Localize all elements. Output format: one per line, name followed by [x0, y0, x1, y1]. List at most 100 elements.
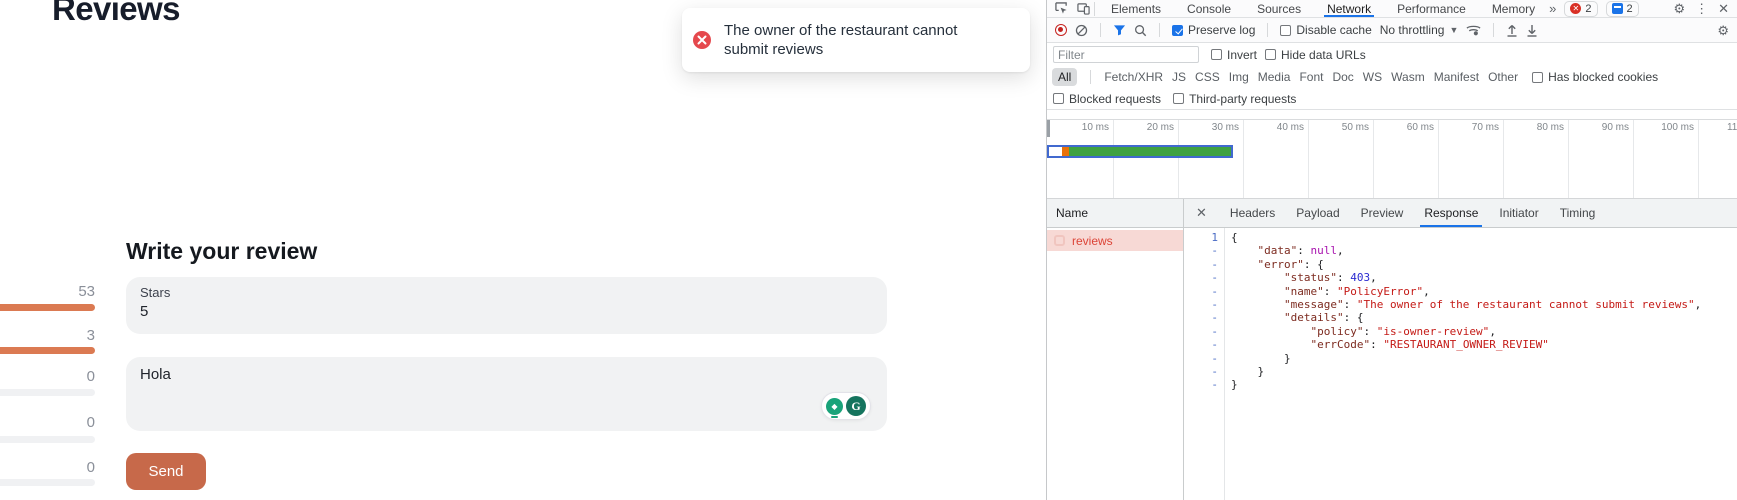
import-har-icon[interactable]	[1506, 24, 1518, 37]
device-toolbar-icon[interactable]	[1077, 2, 1090, 15]
record-network-log-button[interactable]	[1055, 24, 1067, 36]
third-party-requests-checkbox[interactable]: Third-party requests	[1173, 92, 1296, 106]
error-toast: The owner of the restaurant cannot submi…	[682, 8, 1030, 72]
error-icon	[693, 31, 711, 49]
inspect-element-icon[interactable]	[1055, 2, 1068, 15]
details-tab-headers[interactable]: Headers	[1230, 199, 1275, 227]
filter-row: Invert Hide data URLs	[1047, 43, 1737, 66]
stars-field[interactable]: Stars 5	[126, 277, 887, 334]
chip-fetch-xhr[interactable]: Fetch/XHR	[1104, 70, 1163, 84]
invert-label: Invert	[1227, 48, 1257, 62]
chip-list: All Fetch/XHR JS CSS Img Media Font Doc WS Wasm Ma…	[1052, 68, 1518, 86]
page-title: Reviews	[52, 0, 180, 28]
divider	[1100, 23, 1101, 37]
chip-img[interactable]: Img	[1229, 70, 1249, 84]
request-waterfall-bar[interactable]	[1047, 145, 1233, 158]
tick-label: 30 ms	[1171, 122, 1239, 133]
close-details-icon[interactable]: ✕	[1196, 205, 1207, 221]
chip-all[interactable]: All	[1052, 68, 1077, 86]
chip-other[interactable]: Other	[1488, 70, 1518, 84]
blocked-requests-checkbox[interactable]: Blocked requests	[1053, 92, 1161, 106]
issues-count-badge[interactable]: 2	[1606, 1, 1639, 17]
chip-font[interactable]: Font	[1299, 70, 1323, 84]
kebab-menu-icon[interactable]: ⋮	[1695, 2, 1708, 15]
grammarly-suggestion-icon[interactable]: ◆	[826, 398, 843, 415]
network-settings-gear-icon[interactable]: ⚙	[1717, 24, 1729, 37]
gutter-marker: -	[1185, 325, 1218, 338]
gutter-marker: -	[1185, 298, 1218, 311]
tab-performance[interactable]: Performance	[1397, 0, 1466, 17]
chip-doc[interactable]: Doc	[1332, 70, 1353, 84]
review-text: Hola	[140, 366, 873, 383]
checkbox-checked-icon	[1172, 25, 1183, 36]
details-tab-timing[interactable]: Timing	[1560, 199, 1596, 227]
chip-wasm[interactable]: Wasm	[1391, 70, 1425, 84]
chip-manifest[interactable]: Manifest	[1434, 70, 1479, 84]
chip-css[interactable]: CSS	[1195, 70, 1220, 84]
toast-message: The owner of the restaurant cannot submi…	[724, 21, 982, 59]
checkbox-icon	[1211, 49, 1222, 60]
chip-ws[interactable]: WS	[1363, 70, 1382, 84]
request-type-filters: All Fetch/XHR JS CSS Img Media Font Doc WS Wasm Ma…	[1047, 66, 1737, 88]
clear-network-log-icon[interactable]	[1075, 24, 1088, 37]
checkbox-icon	[1532, 72, 1543, 83]
export-har-icon[interactable]	[1526, 24, 1538, 37]
response-json-view[interactable]: { "data": null, "error": { "status": 403…	[1231, 228, 1737, 500]
settings-gear-icon[interactable]: ⚙	[1673, 2, 1685, 15]
code-line: "message": "The owner of the restaurant …	[1231, 298, 1737, 311]
tab-memory[interactable]: Memory	[1492, 0, 1535, 17]
details-tab-payload[interactable]: Payload	[1296, 199, 1339, 227]
divider	[1493, 23, 1494, 37]
tab-network[interactable]: Network	[1327, 0, 1371, 17]
search-icon[interactable]	[1134, 24, 1147, 37]
network-conditions-icon[interactable]	[1466, 24, 1481, 36]
disable-cache-label: Disable cache	[1296, 23, 1371, 37]
tab-elements[interactable]: Elements	[1111, 0, 1161, 17]
code-line: }	[1231, 365, 1737, 378]
checkbox-icon	[1280, 25, 1291, 36]
download-segment	[1069, 147, 1231, 156]
code-line: "policy": "is-owner-review",	[1231, 325, 1737, 338]
tick-label: 90 ms	[1561, 122, 1629, 133]
rating-count: 53	[40, 283, 95, 300]
preserve-log-label: Preserve log	[1188, 23, 1255, 37]
details-tab-initiator[interactable]: Initiator	[1499, 199, 1538, 227]
more-tabs-button[interactable]: »	[1549, 1, 1556, 16]
code-line: "details": {	[1231, 311, 1737, 324]
chip-media[interactable]: Media	[1258, 70, 1291, 84]
send-button[interactable]: Send	[126, 453, 206, 490]
gutter-marker: -	[1185, 311, 1218, 324]
gutter-marker: -	[1185, 271, 1218, 284]
chevron-down-icon: ▼	[1449, 25, 1458, 35]
filter-funnel-icon[interactable]	[1113, 24, 1126, 36]
grammarly-widget[interactable]: ◆ G	[821, 392, 871, 420]
chip-js[interactable]: JS	[1172, 70, 1186, 84]
code-gutter: 1-----------	[1185, 228, 1225, 500]
filter-input[interactable]	[1053, 46, 1199, 63]
disable-cache-checkbox[interactable]: Disable cache	[1280, 23, 1371, 37]
tab-console[interactable]: Console	[1187, 0, 1231, 17]
details-tab-preview[interactable]: Preview	[1361, 199, 1404, 227]
name-column-header[interactable]: Name	[1047, 199, 1184, 227]
tab-sources[interactable]: Sources	[1257, 0, 1301, 17]
third-party-requests-label: Third-party requests	[1189, 92, 1296, 106]
rating-bar	[0, 479, 95, 486]
tick-label: 20 ms	[1106, 122, 1174, 133]
network-toolbar: Preserve log Disable cache No throttling…	[1047, 18, 1737, 43]
network-overview-timeline[interactable]: 10 ms20 ms30 ms40 ms50 ms60 ms70 ms80 ms…	[1047, 110, 1737, 199]
detail-tabs-bar: ✕ Headers Payload Preview Response Initiator…	[1196, 199, 1595, 227]
close-devtools-icon[interactable]: ✕	[1718, 2, 1729, 15]
details-tab-response[interactable]: Response	[1424, 199, 1478, 227]
review-textarea[interactable]: Hola ◆ G	[126, 357, 887, 431]
grammarly-icon[interactable]: G	[846, 396, 866, 416]
request-flags-row: Blocked requests Third-party requests	[1047, 88, 1737, 110]
throttling-select[interactable]: No throttling ▼	[1380, 23, 1459, 37]
request-row-reviews[interactable]: reviews	[1047, 230, 1183, 251]
hide-data-urls-checkbox[interactable]: Hide data URLs	[1265, 48, 1366, 62]
preserve-log-checkbox[interactable]: Preserve log	[1172, 23, 1255, 37]
code-line: "name": "PolicyError",	[1231, 285, 1737, 298]
invert-checkbox[interactable]: Invert	[1211, 48, 1257, 62]
has-blocked-cookies-checkbox[interactable]: Has blocked cookies	[1532, 70, 1658, 84]
code-line: "error": {	[1231, 258, 1737, 271]
error-count-badge[interactable]: ✕ 2	[1564, 1, 1597, 17]
